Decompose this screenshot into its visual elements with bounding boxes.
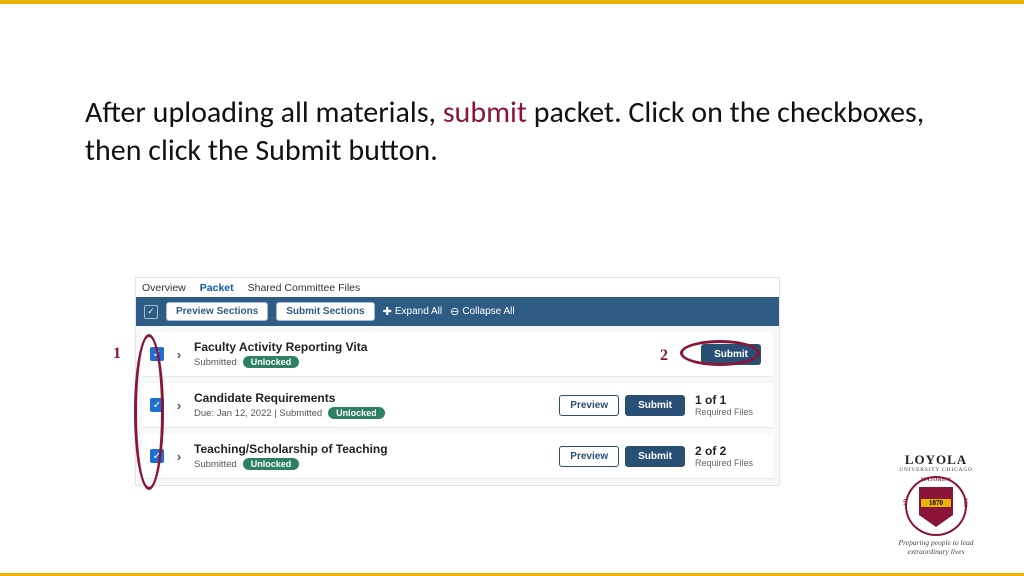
expand-all-link[interactable]: ✚Expand All [383, 305, 442, 318]
submit-button[interactable]: Submit [625, 395, 685, 416]
tab-packet[interactable]: Packet [200, 282, 234, 294]
submit-button[interactable]: Submit [701, 344, 761, 365]
submit-button[interactable]: Submit [625, 446, 685, 467]
unlocked-badge: Unlocked [328, 407, 385, 419]
loyola-logo: LOYOLA UNIVERSITY CHICAGO MAJOREM AD DEI… [880, 452, 992, 556]
row-status: Submitted [194, 459, 237, 470]
instruction-text: After uploading all materials, submit pa… [0, 4, 1024, 169]
row-actions: Submit [701, 344, 761, 365]
logo-shield: MAJOREM AD DEI 1870 [905, 476, 967, 536]
section-list: ✓ › Faculty Activity Reporting Vita Subm… [136, 332, 779, 479]
file-count: 1 of 1 Required Files [695, 393, 761, 417]
select-all-checkbox[interactable]: ✓ [144, 305, 158, 319]
unlocked-badge: Unlocked [243, 458, 300, 470]
instruction-part1: After uploading all materials, [85, 94, 443, 131]
row-main: Faculty Activity Reporting Vita Submitte… [194, 340, 691, 368]
row-actions: Preview Submit [559, 446, 685, 467]
row-checkbox[interactable]: ✓ [150, 449, 164, 463]
preview-button[interactable]: Preview [559, 395, 619, 416]
section-row: ✓ › Teaching/Scholarship of Teaching Sub… [142, 434, 773, 479]
section-row: ✓ › Faculty Activity Reporting Vita Subm… [142, 332, 773, 377]
toolbar: ✓ Preview Sections Submit Sections ✚Expa… [136, 297, 779, 326]
unlocked-badge: Unlocked [243, 356, 300, 368]
chevron-right-icon[interactable]: › [174, 398, 184, 413]
row-checkbox[interactable]: ✓ [150, 347, 164, 361]
annotation-1: 1 [113, 345, 121, 363]
logo-ring-text: AD [904, 499, 909, 506]
preview-button[interactable]: Preview [559, 446, 619, 467]
chevron-right-icon[interactable]: › [174, 449, 184, 464]
logo-motto: Preparing people to lead extraordinary l… [880, 538, 992, 556]
row-status: Due: Jan 12, 2022 | Submitted [194, 408, 322, 419]
count-value: 2 of 2 [695, 444, 761, 458]
row-main: Teaching/Scholarship of Teaching Submitt… [194, 442, 549, 470]
row-sub: Due: Jan 12, 2022 | Submitted Unlocked [194, 407, 549, 419]
count-label: Required Files [695, 407, 761, 417]
tab-shared[interactable]: Shared Committee Files [248, 282, 361, 294]
row-status: Submitted [194, 357, 237, 368]
collapse-all-link[interactable]: ⊖Collapse All [450, 305, 514, 318]
chevron-right-icon[interactable]: › [174, 347, 184, 362]
preview-sections-button[interactable]: Preview Sections [166, 302, 268, 321]
section-row: ✓ › Candidate Requirements Due: Jan 12, … [142, 383, 773, 428]
minus-icon: ⊖ [450, 305, 459, 318]
row-title: Faculty Activity Reporting Vita [194, 340, 691, 354]
count-label: Required Files [695, 458, 761, 468]
instruction-highlight: submit [443, 94, 527, 131]
row-sub: Submitted Unlocked [194, 356, 691, 368]
logo-year: 1870 [921, 499, 951, 507]
row-title: Candidate Requirements [194, 391, 549, 405]
file-count: 2 of 2 Required Files [695, 444, 761, 468]
logo-subtitle: UNIVERSITY CHICAGO [880, 467, 992, 473]
plus-icon: ✚ [383, 305, 392, 318]
count-value: 1 of 1 [695, 393, 761, 407]
submit-sections-button[interactable]: Submit Sections [276, 302, 374, 321]
row-checkbox[interactable]: ✓ [150, 398, 164, 412]
app-screenshot: Overview Packet Shared Committee Files ✓… [135, 277, 780, 486]
row-sub: Submitted Unlocked [194, 458, 549, 470]
logo-ring-text: DEI [962, 498, 967, 507]
logo-ring-text: MAJOREM [905, 478, 967, 483]
tab-overview[interactable]: Overview [142, 282, 186, 294]
logo-name: LOYOLA [880, 452, 992, 468]
row-actions: Preview Submit [559, 395, 685, 416]
row-main: Candidate Requirements Due: Jan 12, 2022… [194, 391, 549, 419]
row-title: Teaching/Scholarship of Teaching [194, 442, 549, 456]
annotation-2: 2 [660, 347, 668, 365]
tab-bar: Overview Packet Shared Committee Files [136, 277, 779, 297]
